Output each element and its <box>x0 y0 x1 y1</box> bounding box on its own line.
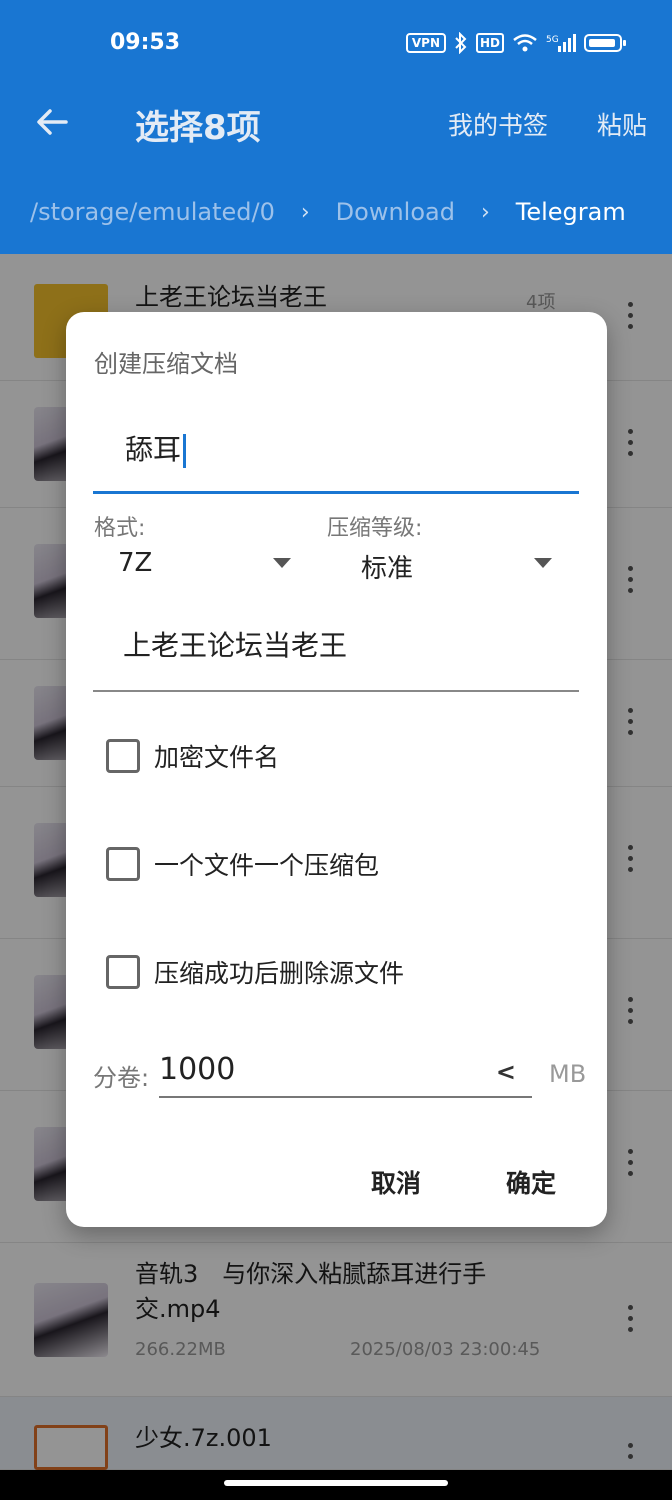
wifi-icon <box>513 34 537 52</box>
bookmarks-button[interactable]: 我的书签 <box>448 106 548 142</box>
breadcrumb-root[interactable]: /storage/emulated/0 <box>30 198 275 226</box>
home-gesture-handle[interactable] <box>224 1480 448 1486</box>
checkbox[interactable] <box>106 847 140 881</box>
output-path-value: 上老王论坛当老王 <box>123 629 348 662</box>
level-label: 压缩等级: <box>327 516 423 541</box>
chevron-right-icon: › <box>480 199 490 225</box>
checkbox[interactable] <box>106 955 140 989</box>
split-size-value: 1000 <box>159 1052 236 1087</box>
chevron-right-icon: › <box>300 199 310 225</box>
cancel-button[interactable]: 取消 <box>371 1164 421 1200</box>
output-path-input[interactable]: 上老王论坛当老王 <box>93 610 579 692</box>
system-nav-bar <box>0 1470 672 1500</box>
status-time: 09:53 <box>110 30 181 55</box>
status-bar: 09:53 VPN HD 5G <box>0 0 672 86</box>
page-title: 选择8项 <box>135 108 261 148</box>
option-one-archive-per-file[interactable]: 一个文件一个压缩包 <box>106 846 379 882</box>
signal-icon: 5G <box>546 34 576 52</box>
vpn-icon: VPN <box>405 33 446 53</box>
option-label: 加密文件名 <box>154 743 280 772</box>
bluetooth-icon <box>455 32 467 54</box>
option-label: 压缩成功后删除源文件 <box>154 959 405 988</box>
back-button[interactable] <box>30 100 74 144</box>
hd-icon: HD <box>475 33 504 53</box>
split-label: 分卷: <box>93 1064 150 1092</box>
option-label: 一个文件一个压缩包 <box>154 851 380 880</box>
breadcrumb-download[interactable]: Download <box>336 198 455 226</box>
dialog-title: 创建压缩文档 <box>94 350 238 378</box>
format-label: 格式: <box>94 516 146 541</box>
level-select[interactable]: 标准 <box>361 548 413 585</box>
confirm-button[interactable]: 确定 <box>506 1164 556 1200</box>
format-select[interactable]: 7Z <box>118 548 152 578</box>
app-bar: 09:53 VPN HD 5G 选择8项 我的书签 粘贴 /storage/em… <box>0 0 672 254</box>
dropdown-arrow-icon[interactable] <box>534 558 552 568</box>
split-unit: MB <box>549 1060 587 1088</box>
split-volume-row: 分卷: 1000 < MB <box>93 1052 593 1098</box>
paste-button[interactable]: 粘贴 <box>597 106 647 142</box>
option-encrypt-filenames[interactable]: 加密文件名 <box>106 738 279 774</box>
battery-icon <box>584 34 626 52</box>
breadcrumb: /storage/emulated/0 › Download › Telegra… <box>30 198 626 226</box>
arrow-left-icon <box>37 109 68 135</box>
breadcrumb-current[interactable]: Telegram <box>516 198 626 226</box>
svg-text:5G: 5G <box>546 35 559 45</box>
create-archive-dialog: 创建压缩文档 舔耳 格式: 7Z 压缩等级: 标准 上老王论坛当老王 加密文件名… <box>66 312 607 1227</box>
checkbox[interactable] <box>106 739 140 773</box>
archive-name-value: 舔耳 <box>125 433 182 466</box>
chevron-left-icon[interactable]: < <box>496 1058 516 1086</box>
text-cursor <box>183 434 187 468</box>
archive-name-input[interactable]: 舔耳 <box>93 412 579 494</box>
option-delete-source[interactable]: 压缩成功后删除源文件 <box>106 954 404 990</box>
dropdown-arrow-icon[interactable] <box>273 558 291 568</box>
split-size-input[interactable]: 1000 < <box>159 1052 532 1098</box>
status-icons: VPN HD 5G <box>405 32 626 54</box>
toolbar: 选择8项 我的书签 粘贴 <box>0 86 672 162</box>
